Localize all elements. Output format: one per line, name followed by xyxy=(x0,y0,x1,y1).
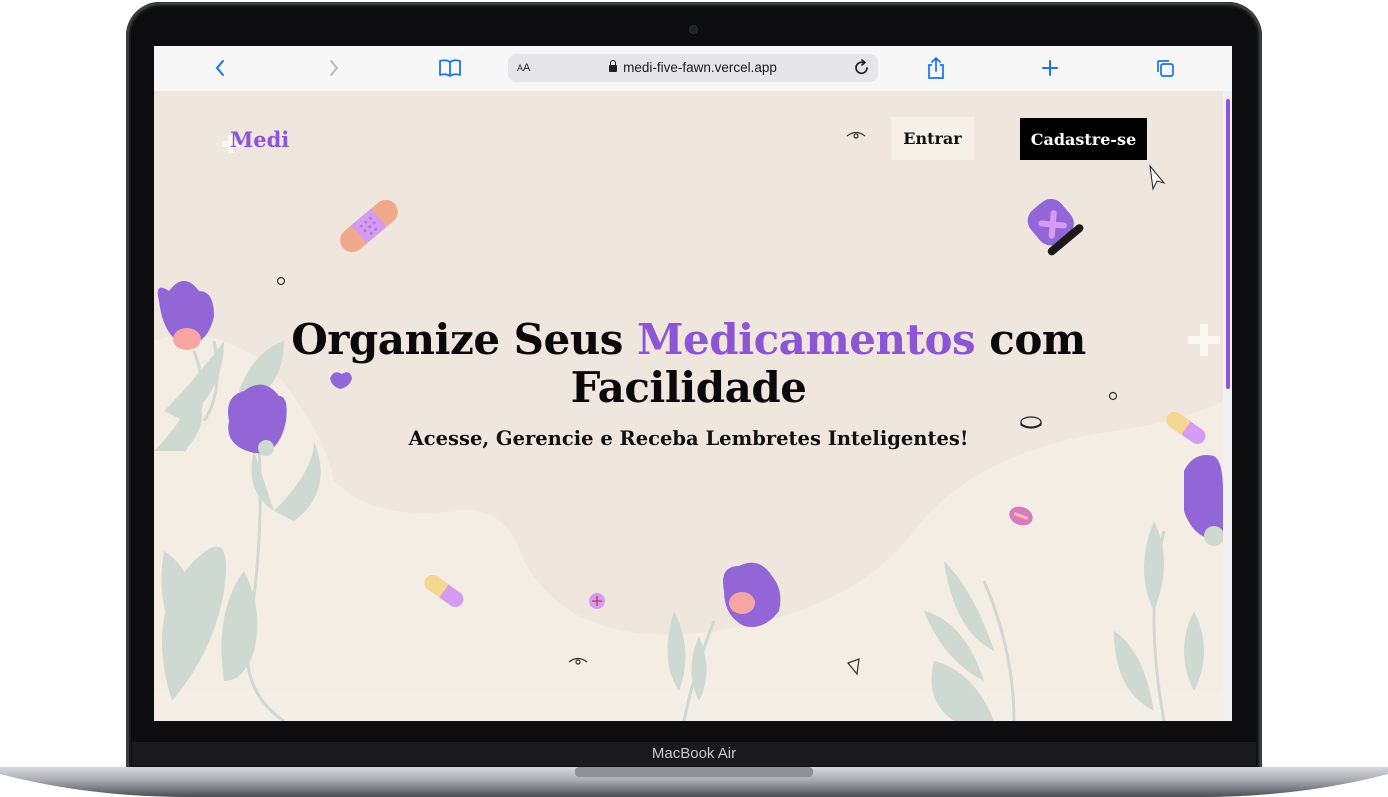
share-icon[interactable] xyxy=(924,56,948,80)
login-button[interactable]: Entrar xyxy=(891,117,974,160)
laptop-base xyxy=(0,767,1388,797)
bookmarks-icon[interactable] xyxy=(438,56,462,80)
camera-icon xyxy=(690,26,697,33)
hero-title-part1: Organize Seus xyxy=(291,315,638,364)
hero-title: Organize Seus Medicamentos com Facilidad… xyxy=(154,316,1223,412)
signup-button[interactable]: Cadastre-se xyxy=(1020,118,1147,160)
address-bar[interactable]: AA medi-five-fawn.vercel.app xyxy=(508,54,878,82)
hero-title-accent: Medicamentos xyxy=(637,315,976,364)
medicine-bottle-icon xyxy=(1027,198,1084,256)
back-icon[interactable] xyxy=(208,56,232,80)
reload-icon[interactable] xyxy=(854,59,870,81)
cursor-icon xyxy=(1149,164,1166,191)
pill-plus-icon xyxy=(589,593,605,609)
new-tab-icon[interactable] xyxy=(1038,56,1062,80)
hero-subtitle: Acesse, Gerencie e Receba Lembretes Inte… xyxy=(408,427,969,450)
hero-title-line2: Facilidade xyxy=(570,363,807,412)
device-label: MacBook Air xyxy=(651,745,737,762)
url-text: medi-five-fawn.vercel.app xyxy=(623,60,777,75)
tabs-icon[interactable] xyxy=(1153,56,1177,80)
scrollbar[interactable] xyxy=(1223,91,1232,721)
bandage-icon xyxy=(340,199,398,253)
scrollbar-thumb[interactable] xyxy=(1226,99,1230,389)
screen: AA medi-five-fawn.vercel.app Medi Entrar… xyxy=(154,46,1232,721)
logo[interactable]: Medi xyxy=(230,127,289,152)
lock-icon xyxy=(609,60,618,72)
forward-icon[interactable] xyxy=(322,56,346,80)
hero-title-part2: com xyxy=(975,315,1086,364)
flower-bottom-center xyxy=(723,562,781,627)
browser-toolbar: AA medi-five-fawn.vercel.app xyxy=(154,46,1232,92)
web-page: Medi Entrar Cadastre-se Organize Seus Me… xyxy=(154,91,1223,721)
